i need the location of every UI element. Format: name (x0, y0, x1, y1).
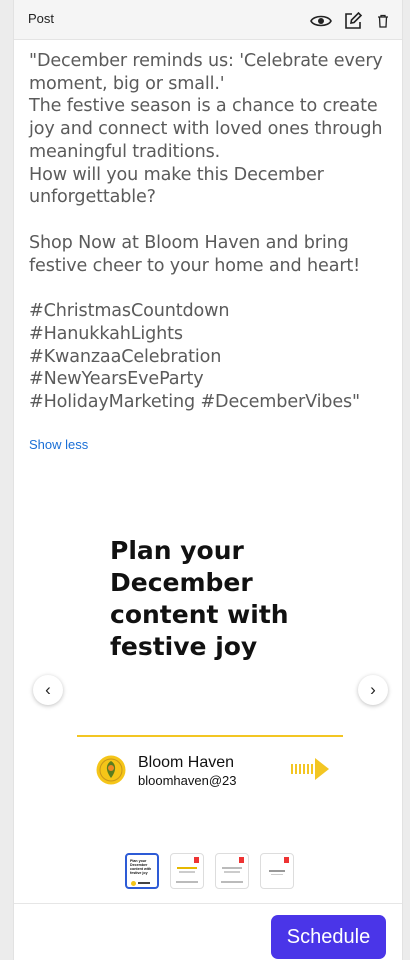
thumbnail-2[interactable] (170, 853, 204, 889)
thumbnail-3[interactable] (215, 853, 249, 889)
carousel-slide: Plan your December content with festive … (14, 460, 402, 840)
thumbnail-text (221, 881, 243, 883)
thumbnail-text (179, 871, 195, 873)
thumbnail-text (176, 881, 198, 883)
post-caption: "December reminds us: 'Celebrate every m… (29, 50, 394, 414)
brand-logo (96, 755, 126, 785)
thumbnail-1[interactable]: Plan your December content with festive … (125, 853, 159, 889)
thumbnail-text (271, 874, 283, 875)
thumbnail-text (224, 871, 240, 873)
thumbnail-text (269, 870, 285, 872)
trash-icon[interactable] (372, 10, 394, 32)
post-card: Post "December reminds us: 'Celebrate ev… (13, 0, 403, 960)
caption-paragraph: "December reminds us: 'Celebrate every m… (29, 51, 383, 208)
caption-hashtags: #ChristmasCountdown #HanukkahLights #Kwa… (29, 301, 360, 413)
thumbnail-ribbon (239, 857, 244, 863)
post-header-title: Post (28, 11, 55, 26)
brand-name: Bloom Haven (138, 754, 235, 771)
post-header: Post (14, 0, 402, 40)
thumbnail-ribbon (284, 857, 289, 863)
thumbnail-ribbon (194, 857, 199, 863)
chevron-left-icon: ‹ (45, 680, 51, 699)
brand-handle: bloomhaven@23 (138, 773, 237, 788)
eye-icon[interactable] (310, 10, 332, 32)
schedule-button[interactable]: Schedule (271, 915, 386, 959)
chevron-right-icon: › (370, 680, 376, 699)
thumbnail-text (177, 867, 197, 869)
slide-thumbnails: Plan your December content with festive … (14, 853, 402, 893)
edit-icon[interactable] (342, 10, 364, 32)
thumbnail-headline: Plan your December content with festive … (130, 859, 152, 875)
thumbnail-logo (131, 881, 136, 886)
thumbnail-text (222, 867, 242, 869)
slide-divider (77, 735, 343, 737)
show-less-link[interactable]: Show less (29, 437, 88, 452)
carousel-prev-button[interactable]: ‹ (33, 675, 63, 705)
caption-paragraph: Shop Now at Bloom Haven and bring festiv… (29, 232, 361, 276)
arrow-right-icon (291, 758, 329, 780)
thumbnail-4[interactable] (260, 853, 294, 889)
thumbnail-brand-text (138, 882, 150, 884)
post-footer: Schedule (14, 903, 402, 960)
carousel-next-button[interactable]: › (358, 675, 388, 705)
slide-headline: Plan your December content with festive … (110, 536, 289, 661)
